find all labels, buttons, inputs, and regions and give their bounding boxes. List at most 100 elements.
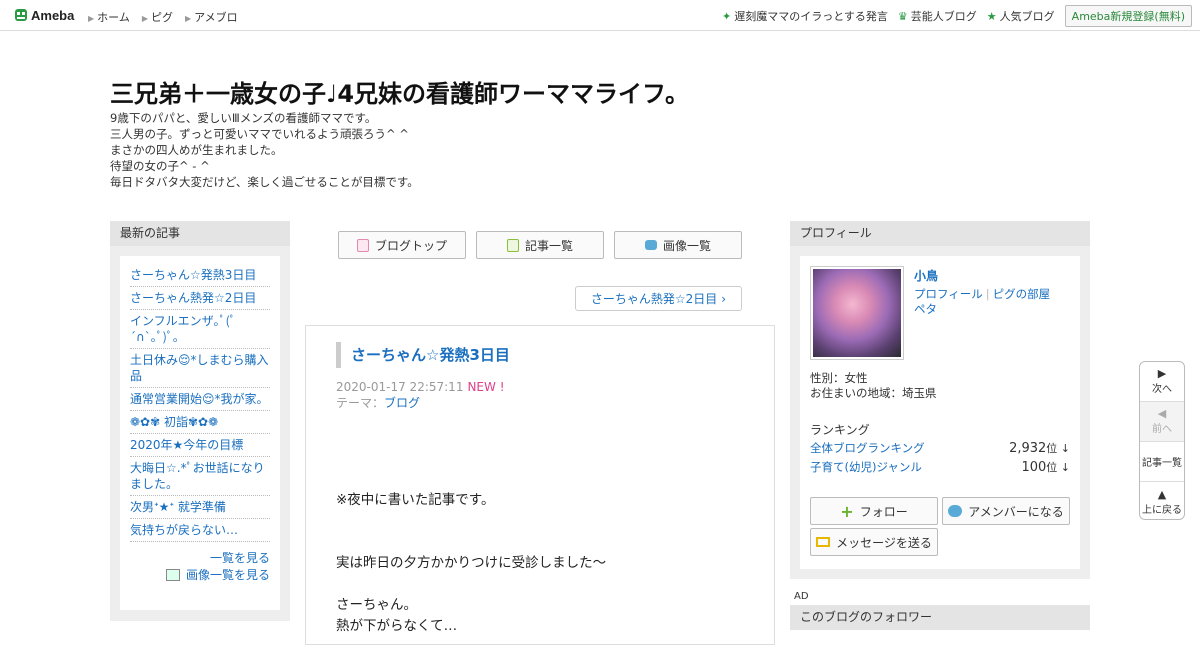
caret-right-icon: ▶ <box>184 14 192 23</box>
camera-icon <box>644 240 657 250</box>
tab-image-list-label: 画像一覧 <box>662 238 711 253</box>
recent-entry-link[interactable]: 気持ちが戻らない… <box>130 519 270 542</box>
description-line: まさかの四人めが生まれました。 <box>110 143 283 157</box>
ranking-unit: 位 ↓ <box>1046 442 1070 455</box>
nav-ameblo[interactable]: ▶ アメブロ <box>185 9 238 25</box>
global-nav: ▶ ホーム ▶ ピグ ▶ アメブロ <box>88 9 238 25</box>
recent-entries-heading: 最新の記事 <box>110 221 290 246</box>
send-message-label: メッセージを送る <box>836 535 932 550</box>
triangle-up-icon: ▲ <box>1157 487 1167 501</box>
chevron-right-icon: › <box>721 291 727 306</box>
send-message-button[interactable]: メッセージを送る <box>810 528 938 556</box>
recent-entry-link[interactable]: インフルエンザ｡ﾟ(ﾟ´∩`｡ﾟ)ﾟ｡ <box>130 310 270 349</box>
next-entry-label: さーちゃん熱発☆2日目 <box>590 292 718 306</box>
overall-ranking-value: 2,932 <box>1009 441 1047 456</box>
register-button[interactable]: Ameba新規登録(無料) <box>1064 5 1192 27</box>
profile-card: 小鳥 プロフィール | ピグの部屋 ペタ 性別：女性 お住まいの地域：埼玉県 ランキ… <box>800 256 1080 569</box>
recent-entry-link[interactable]: さーちゃん熱発☆2日目 <box>130 287 270 310</box>
overall-ranking-link[interactable]: 全体ブログランキング <box>810 440 925 456</box>
recent-entry-link[interactable]: 通常営業開始😌*我が家。 <box>130 388 270 411</box>
description-line: 毎日ドタバタ大変だけど、楽しく過ごせることが目標です。 <box>110 175 419 189</box>
prev-page-button[interactable]: ◀ 前へ <box>1140 402 1184 442</box>
ranking-row: 全体ブログランキング 2,932位 ↓ <box>810 440 1070 456</box>
profile-gender: 性別：女性 <box>810 371 868 385</box>
copy-icon <box>506 238 519 252</box>
tab-image-list[interactable]: 画像一覧 <box>614 231 742 259</box>
header-right-links: ✦ 遅刻魔ママのイラっとする発言 ♛ 芸能人ブログ ★ 人気ブログ Ameba新規登録… <box>722 5 1192 27</box>
entry-list-button[interactable]: 記事一覧 <box>1140 442 1184 482</box>
recent-entries-list: さーちゃん☆発熱3日目 さーちゃん熱発☆2日目 インフルエンザ｡ﾟ(ﾟ´∩`｡ﾟ… <box>120 256 280 610</box>
floating-nav: ▶ 次へ ◀ 前へ 記事一覧 ▲ 上に戻る <box>1139 361 1185 520</box>
profile-links: プロフィール | ピグの部屋 ペタ <box>914 287 1064 317</box>
plus-icon: + <box>840 501 854 521</box>
recent-entry-link[interactable]: 大晦日☆.*ﾟお世話になりました。 <box>130 457 270 496</box>
global-header: Ameba ▶ ホーム ▶ ピグ ▶ アメブロ ✦ 遅刻魔ママのイラっとする発言 ♛ 芸能… <box>0 0 1200 31</box>
article-paragraph: 熱が下がらなくて… <box>336 618 458 634</box>
ameba-logo[interactable]: Ameba <box>14 7 74 23</box>
profile-region: お住まいの地域：埼玉県 <box>810 386 937 400</box>
genre-ranking-value: 100 <box>1021 460 1047 475</box>
envelope-icon <box>816 537 831 547</box>
recent-entry-link[interactable]: さーちゃん☆発熱3日目 <box>130 264 270 287</box>
nav-pigg[interactable]: ▶ ピグ <box>142 9 173 25</box>
avatar[interactable] <box>810 266 904 360</box>
caret-right-icon: ▶ <box>141 14 148 23</box>
trending-topic-link[interactable]: ✦ 遅刻魔ママのイラっとする発言 <box>722 8 888 24</box>
article-meta: 2020-01-17 22:57:11 NEW ! テーマ：ブログ <box>336 379 505 411</box>
celebrity-blog-link[interactable]: ♛ 芸能人ブログ <box>898 8 977 24</box>
recent-entry-link[interactable]: 土日休み😌*しまむら購入品 <box>130 349 270 388</box>
view-image-list-label: 画像一覧を見る <box>185 568 270 582</box>
popular-blog-link[interactable]: ★ 人気ブログ <box>987 8 1055 24</box>
star-icon: ★ <box>986 10 997 23</box>
profile-heading: プロフィール <box>790 221 1090 246</box>
pigg-room-link[interactable]: ピグの部屋 <box>993 287 1051 301</box>
article-paragraph: ※夜中に書いた記事です。 <box>336 492 495 508</box>
separator: | <box>985 287 990 301</box>
next-page-label: 次へ <box>1152 384 1172 395</box>
next-entry-button[interactable]: さーちゃん熱発☆2日目 › <box>575 286 742 311</box>
profile-name[interactable]: 小鳥 <box>914 267 938 284</box>
nav-home-label: ホーム <box>97 11 130 24</box>
blog-description: 9歳下のパパと、愛しいⅢメンズの看護師ママです。 三人男の子。ずっと可愛いママで… <box>110 110 419 190</box>
article-paragraph: さーちゃん。 <box>336 597 417 613</box>
logo-text: Ameba <box>31 7 75 23</box>
blog-title[interactable]: 三兄弟＋一歳女の子♩4兄妹の看護師ワーママライフ。 <box>110 74 689 109</box>
view-image-list-link[interactable]: 画像一覧を見る <box>130 566 270 583</box>
tab-entry-list-label: 記事一覧 <box>524 238 573 253</box>
nav-home[interactable]: ▶ ホーム <box>88 9 130 25</box>
article-body: ※夜中に書いた記事です。 実は昨日の夕方かかりつけに受診しました〜 さーちゃん。… <box>336 490 606 637</box>
document-icon <box>356 238 369 252</box>
play-right-icon: ▶ <box>1157 367 1167 380</box>
trending-topic-label: 遅刻魔ママのイラっとする発言 <box>734 10 888 23</box>
entry-list-label: 記事一覧 <box>1142 458 1182 469</box>
ad-label: AD <box>794 591 809 602</box>
recent-entry-link[interactable]: ❁✿✾ 初詣✾✿❁ <box>130 411 270 434</box>
back-to-top-button[interactable]: ▲ 上に戻る <box>1140 482 1184 519</box>
article-title[interactable]: さーちゃん☆発熱3日目 <box>336 342 510 368</box>
nav-ameblo-label: アメブロ <box>194 11 238 24</box>
genre-ranking-link[interactable]: 子育て(幼児)ジャンル <box>810 459 922 475</box>
ranking-row: 子育て(幼児)ジャンル 100位 ↓ <box>810 459 1070 475</box>
theme-link[interactable]: ブログ <box>384 396 420 410</box>
caret-right-icon: ▶ <box>88 14 95 23</box>
ameba-logo-icon <box>15 9 27 21</box>
sparkle-icon: ✦ <box>722 10 732 23</box>
back-to-top-label: 上に戻る <box>1142 504 1182 516</box>
avatar-image <box>813 269 901 357</box>
description-line: 待望の女の子^ - ^ <box>110 159 210 173</box>
tab-blog-top[interactable]: ブログトップ <box>338 231 466 259</box>
article-datetime: 2020-01-17 22:57:11 <box>336 380 464 394</box>
play-left-icon: ◀ <box>1157 407 1167 420</box>
view-all-entries-link[interactable]: 一覧を見る <box>130 550 270 566</box>
tab-entry-list[interactable]: 記事一覧 <box>476 231 604 259</box>
chat-bubble-icon <box>948 505 963 517</box>
profile-info: 性別：女性 お住まいの地域：埼玉県 <box>810 371 937 401</box>
amember-button[interactable]: アメンバーになる <box>942 497 1070 525</box>
celebrity-blog-label: 芸能人ブログ <box>910 10 977 23</box>
peta-link[interactable]: ペタ <box>914 302 937 316</box>
follow-button[interactable]: + フォロー <box>810 497 938 525</box>
recent-entry-link[interactable]: 次男ᐩ★ᐩ 就学準備 <box>130 496 270 519</box>
next-page-button[interactable]: ▶ 次へ <box>1140 362 1184 402</box>
profile-link[interactable]: プロフィール <box>914 287 983 301</box>
recent-entry-link[interactable]: 2020年★今年の目標 <box>130 434 270 457</box>
